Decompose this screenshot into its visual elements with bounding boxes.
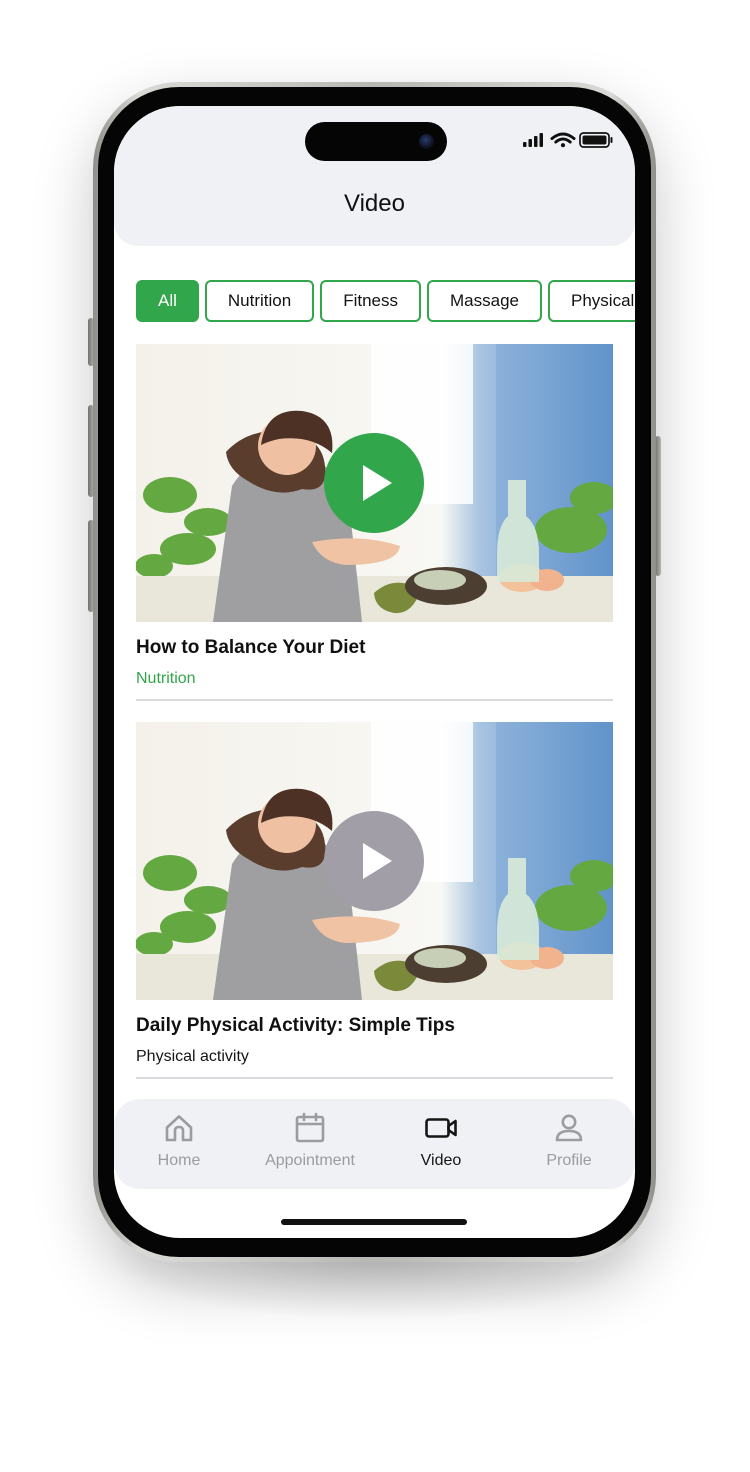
- front-camera: [419, 134, 434, 149]
- status-icons: [523, 132, 613, 148]
- dynamic-island: [305, 122, 447, 161]
- tab-home[interactable]: Home: [114, 1111, 244, 1181]
- cellular-signal-icon: [523, 133, 543, 147]
- video-thumbnail[interactable]: [136, 722, 613, 1000]
- tab-appointment[interactable]: Appointment: [245, 1111, 375, 1181]
- calendar-icon: [295, 1112, 325, 1143]
- video-thumbnail[interactable]: [136, 344, 613, 622]
- tab-label: Appointment: [265, 1152, 355, 1169]
- tab-video[interactable]: Video: [376, 1111, 506, 1181]
- play-icon: [363, 465, 392, 501]
- play-button[interactable]: [324, 433, 424, 533]
- mockup-stage: Video All Nutrition Fitness Massage Phys…: [0, 0, 750, 1472]
- video-category: Physical activity: [136, 1048, 249, 1065]
- filter-chip-massage[interactable]: Massage: [427, 280, 542, 322]
- phone-screen: Video All Nutrition Fitness Massage Phys…: [114, 106, 635, 1238]
- wifi-icon: [550, 132, 576, 148]
- home-icon: [165, 1115, 193, 1142]
- battery-icon: [579, 132, 613, 148]
- tab-label: Profile: [546, 1152, 592, 1169]
- video-title: How to Balance Your Diet: [136, 637, 366, 658]
- category-filter-bar: All Nutrition Fitness Massage Physical: [136, 280, 635, 322]
- page-title: Video: [344, 190, 405, 217]
- tab-label: Home: [157, 1152, 201, 1169]
- video-card[interactable]: How to Balance Your Diet Nutrition: [136, 344, 613, 701]
- filter-chip-physical[interactable]: Physical: [548, 280, 635, 322]
- video-card[interactable]: Daily Physical Activity: Simple Tips Phy…: [136, 722, 613, 1079]
- filter-chip-all[interactable]: All: [136, 280, 199, 322]
- card-divider: [136, 699, 613, 701]
- video-title: Daily Physical Activity: Simple Tips: [136, 1015, 455, 1036]
- card-divider: [136, 1077, 613, 1079]
- video-camera-icon: [425, 1118, 457, 1138]
- play-icon: [363, 843, 392, 879]
- tab-profile[interactable]: Profile: [504, 1111, 634, 1181]
- home-indicator: [281, 1219, 467, 1225]
- user-icon: [555, 1114, 583, 1142]
- filter-chip-fitness[interactable]: Fitness: [320, 280, 422, 322]
- play-button[interactable]: [324, 811, 424, 911]
- video-category: Nutrition: [136, 670, 196, 687]
- bottom-tab-bar: Home Appointment Video Profile: [114, 1099, 635, 1189]
- app-header: Video: [114, 106, 635, 246]
- filter-chip-nutrition[interactable]: Nutrition: [204, 280, 315, 322]
- tab-label: Video: [420, 1152, 462, 1169]
